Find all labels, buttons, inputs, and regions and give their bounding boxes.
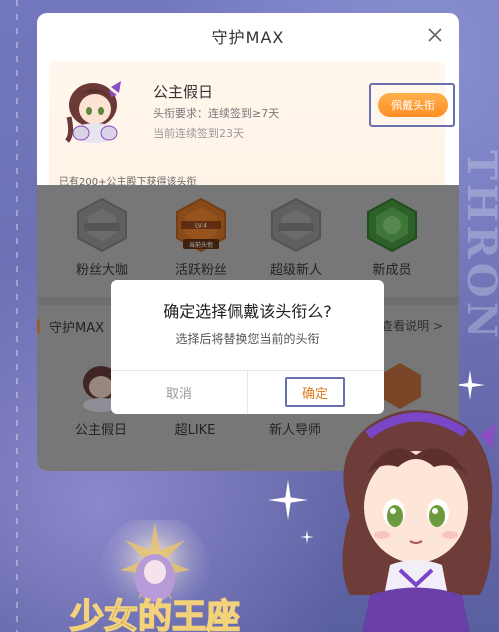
modal-title: 守护MAX [211, 28, 285, 47]
wear-button-highlight: 佩戴头衔 [369, 83, 455, 127]
badge-item[interactable]: 超级新人 [261, 197, 331, 278]
background-vertical-text: THRON [458, 150, 499, 343]
title-item-label: 超LIKE [174, 423, 216, 438]
title-item-label: 新人导师 [268, 423, 321, 438]
sparkle-icon [268, 480, 308, 520]
dialog-button-divider [247, 370, 248, 414]
badge-row: 粉丝大咖 LV.4 当前头衔 活跃粉丝 超级新人 新成员 [37, 197, 459, 287]
section-marker [37, 319, 40, 333]
wear-title-button[interactable]: 佩戴头衔 [378, 93, 448, 117]
selected-title-name: 公主假日 [153, 83, 214, 101]
dialog-message: 选择后将替换您当前的头衔 [175, 332, 320, 346]
title-item-label: 公主假日 [74, 423, 127, 438]
badge-item[interactable]: 粉丝大咖 [67, 197, 137, 278]
princess-avatar-icon [65, 81, 121, 143]
current-title-tag: 当前头衔 [189, 241, 213, 249]
close-icon [428, 28, 442, 42]
svg-text:LV.4: LV.4 [195, 223, 207, 230]
badge-label: 粉丝大咖 [75, 263, 128, 278]
title-requirement: 头衔要求：连续签到≥7天 [153, 107, 280, 120]
sparkle-icon [300, 530, 314, 544]
confirm-dialog: 确定选择佩戴该头衔么? 选择后将替换您当前的头衔 取消 确定 [111, 280, 384, 414]
badge-item[interactable]: 新成员 [357, 197, 427, 278]
orange-hexagon-badge-icon: LV.4 当前头衔 [176, 197, 226, 253]
game-logo: 少女的王座 [69, 520, 241, 632]
background-dashed-line [16, 0, 18, 632]
view-instructions-link[interactable]: 查看说明 > [381, 317, 443, 334]
cancel-button[interactable]: 取消 [111, 371, 247, 414]
selected-title-card: 公主假日 头衔要求：连续签到≥7天 当前连续签到23天 佩戴头衔 已有200+公… [49, 61, 455, 193]
close-button[interactable] [425, 25, 445, 45]
badge-item-current[interactable]: LV.4 当前头衔 活跃粉丝 [166, 197, 236, 278]
mascot-character [342, 410, 496, 632]
badge-label: 超级新人 [269, 263, 322, 278]
gray-hexagon-badge-icon [77, 197, 127, 253]
badge-label: 活跃粉丝 [174, 263, 227, 278]
badge-label: 新成员 [372, 263, 412, 278]
gray-hexagon-badge-icon [271, 197, 321, 253]
modal-header: 守护MAX [37, 13, 459, 59]
section-title: 守护MAX [49, 321, 105, 336]
logo-text: 少女的王座 [70, 597, 240, 632]
current-checkin-streak: 当前连续签到23天 [153, 127, 244, 140]
dialog-title: 确定选择佩戴该头衔么? [163, 302, 332, 321]
green-hexagon-badge-icon [367, 197, 417, 253]
